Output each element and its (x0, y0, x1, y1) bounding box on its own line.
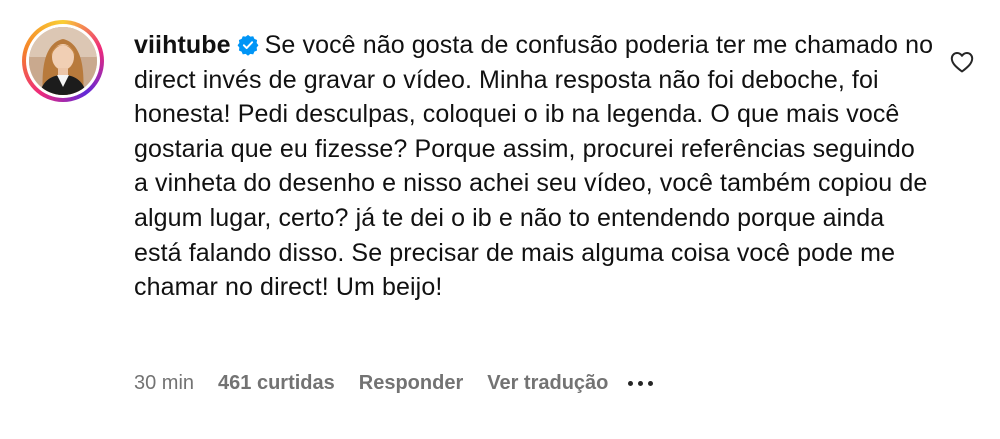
more-options-icon[interactable] (628, 381, 654, 386)
comment-body: viihtube Se você não gosta de confusão po… (134, 28, 934, 305)
heart-outline-icon[interactable] (950, 51, 974, 73)
see-translation-button[interactable]: Ver tradução (487, 372, 608, 395)
avatar-image (29, 27, 97, 95)
comment-text: viihtube Se você não gosta de confusão po… (134, 28, 934, 305)
comment-username[interactable]: viihtube (134, 31, 231, 59)
avatar-story-ring[interactable] (22, 20, 104, 102)
avatar[interactable] (29, 27, 97, 95)
comment: viihtube Se você não gosta de confusão po… (0, 0, 1000, 439)
verified-badge-icon (237, 34, 259, 56)
comment-meta-row: 30 min 461 curtidas Responder Ver traduç… (134, 372, 654, 395)
likes-count[interactable]: 461 curtidas (218, 372, 335, 395)
comment-time[interactable]: 30 min (134, 372, 194, 395)
reply-button[interactable]: Responder (359, 372, 463, 395)
comment-message: Se você não gosta de confusão poderia te… (134, 31, 934, 302)
avatar-ring-gap (26, 24, 100, 98)
